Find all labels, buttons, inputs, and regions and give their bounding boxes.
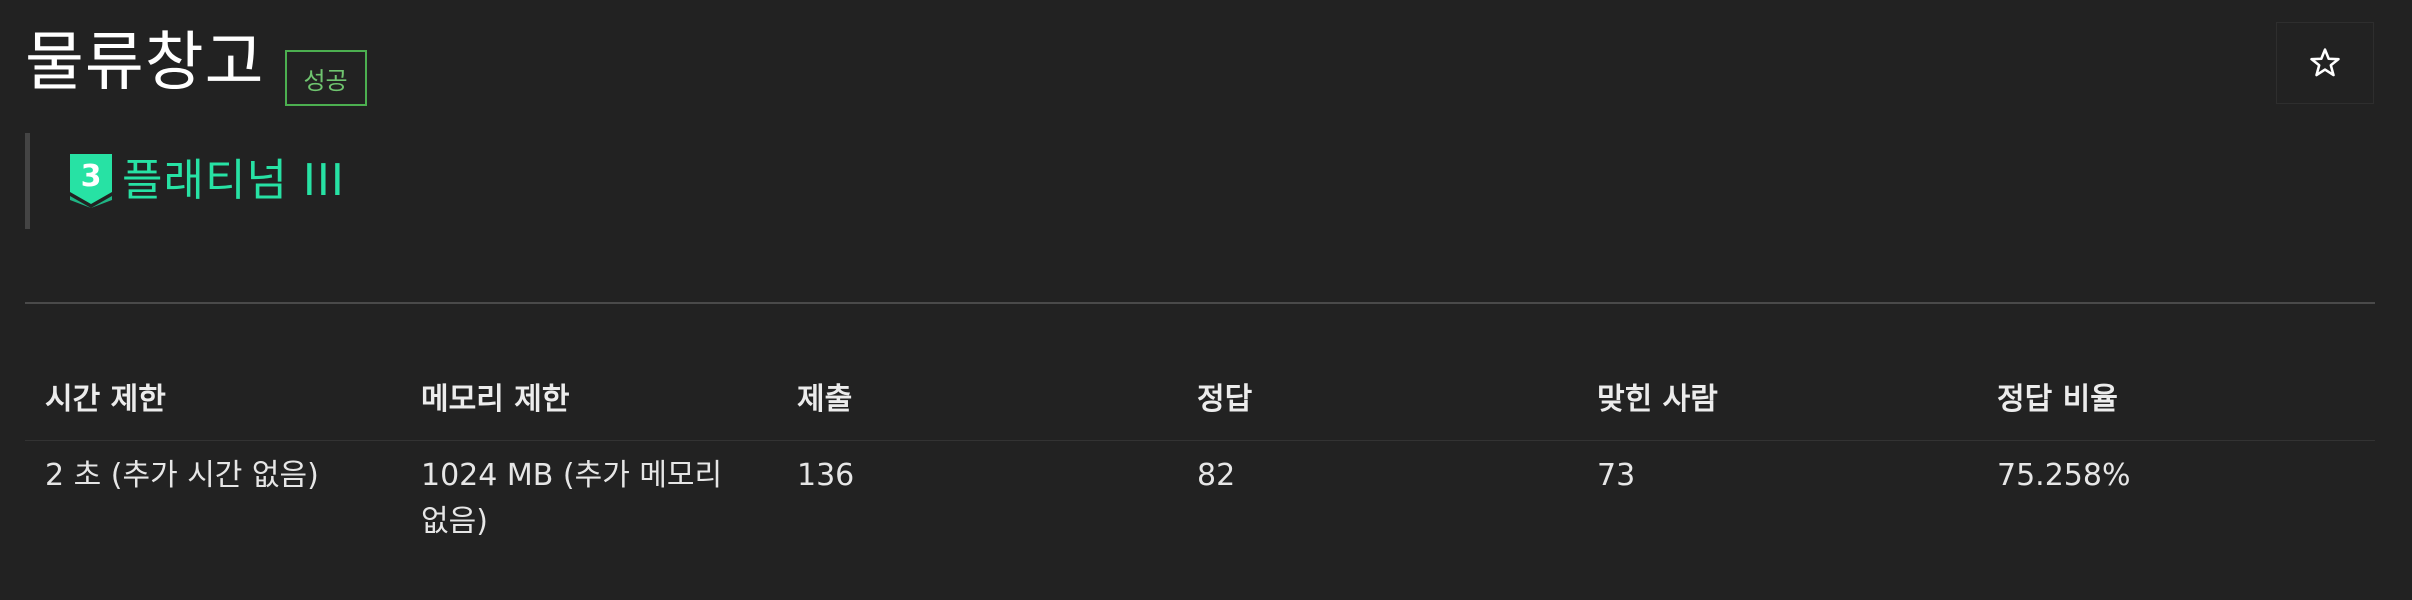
value-time-limit: 2 초 (추가 시간 없음) (45, 458, 319, 493)
title-row: 물류창고 성공 (25, 22, 367, 106)
problem-page: 물류창고 성공 3 플래티넘 III 시간 제한 메모리 제한 제출 정답 맞힌… (0, 0, 2412, 600)
value-submissions: 136 (797, 458, 855, 493)
problem-title: 물류창고 (25, 26, 265, 100)
header-submissions: 제출 (797, 382, 853, 417)
table-header-row: 시간 제한 메모리 제한 제출 정답 맞힌 사람 정답 비율 (25, 352, 2375, 441)
favorite-button[interactable] (2276, 22, 2374, 104)
value-accepted: 82 (1197, 458, 1236, 493)
header-memory-limit: 메모리 제한 (421, 382, 570, 417)
header-accepted: 정답 (1197, 382, 1253, 417)
header-accept-ratio: 정답 비율 (1997, 382, 2118, 417)
header-time-limit: 시간 제한 (45, 382, 166, 417)
divider (25, 302, 2375, 304)
tier-box: 3 플래티넘 III (25, 133, 430, 229)
value-accept-ratio: 75.258% (1997, 458, 2131, 493)
tier-number: 3 (81, 159, 102, 194)
status-badge: 성공 (284, 50, 367, 106)
tier-badge-icon[interactable]: 3 (70, 154, 112, 208)
table-row: 2 초 (추가 시간 없음) 1024 MB (추가 메모리 없음) 136 8… (25, 441, 2375, 545)
value-memory-limit: 1024 MB (추가 메모리 없음) (421, 458, 723, 539)
star-icon (2310, 48, 2340, 77)
problem-info-table: 시간 제한 메모리 제한 제출 정답 맞힌 사람 정답 비율 2 초 (추가 시… (25, 352, 2375, 545)
tier-label[interactable]: 플래티넘 III (122, 154, 345, 208)
header-solved-users: 맞힌 사람 (1597, 382, 1718, 417)
value-solved-users: 73 (1597, 458, 1636, 493)
